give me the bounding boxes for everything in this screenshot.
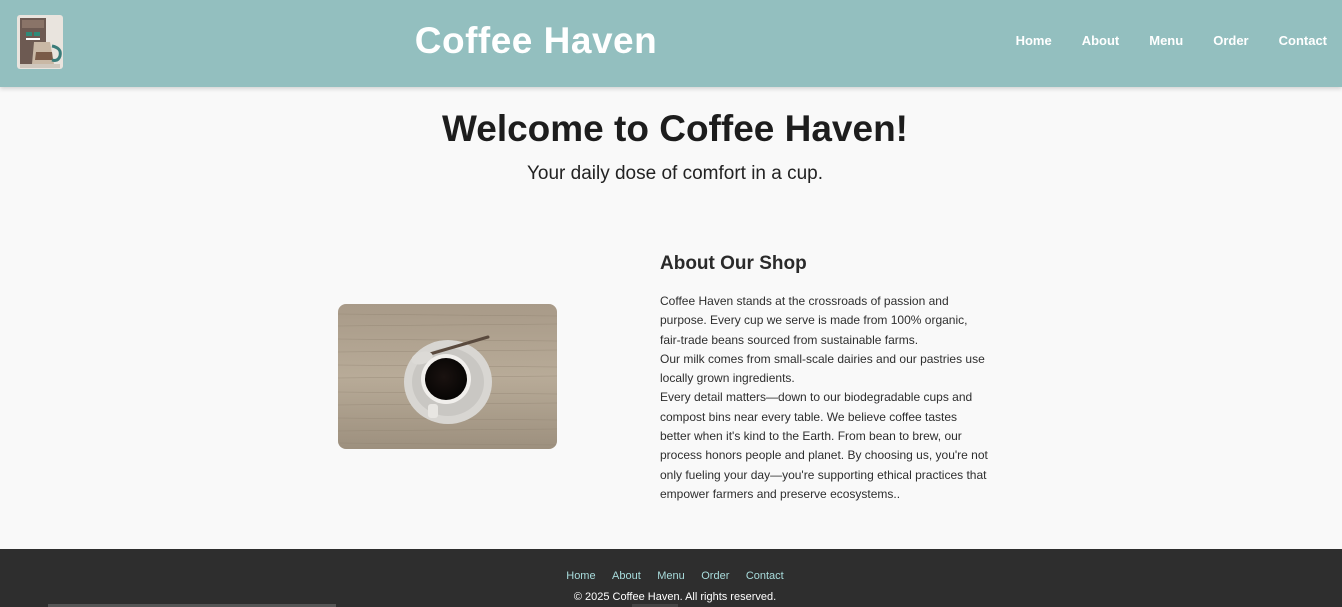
- footer-link-about[interactable]: About: [612, 570, 641, 582]
- coffee-cup-image: [338, 304, 557, 449]
- nav-contact[interactable]: Contact: [1264, 33, 1342, 48]
- about-body: Coffee Haven stands at the crossroads of…: [660, 292, 990, 504]
- nav-order[interactable]: Order: [1198, 33, 1263, 48]
- hero-subtitle: Your daily dose of comfort in a cup.: [526, 163, 824, 184]
- hero-title: Welcome to Coffee Haven!: [441, 108, 909, 149]
- site-title: Coffee Haven: [414, 20, 658, 61]
- about-paragraph: Every detail matters—down to our biodegr…: [660, 390, 988, 501]
- nav-home[interactable]: Home: [1001, 33, 1067, 48]
- nav-about[interactable]: About: [1067, 33, 1135, 48]
- footer-nav: Home About Menu Order Contact: [0, 566, 1342, 584]
- site-header: Coffee Haven Home About Menu Order Conta…: [0, 0, 1342, 87]
- footer-link-contact[interactable]: Contact: [746, 570, 784, 582]
- copyright-text: © 2025 Coffee Haven. All rights reserved…: [573, 591, 777, 603]
- about-paragraph: Our milk comes from small-scale dairies …: [660, 351, 985, 386]
- about-paragraph: Coffee Haven stands at the crossroads of…: [660, 294, 968, 347]
- footer-link-order[interactable]: Order: [701, 570, 729, 582]
- nav-menu[interactable]: Menu: [1134, 33, 1198, 48]
- about-heading: About Our Shop: [660, 253, 807, 274]
- main-nav: Home About Menu Order Contact: [1001, 33, 1342, 48]
- site-footer: Home About Menu Order Contact © 2025 Cof…: [0, 549, 1342, 607]
- footer-link-home[interactable]: Home: [566, 570, 595, 582]
- footer-link-menu[interactable]: Menu: [657, 570, 685, 582]
